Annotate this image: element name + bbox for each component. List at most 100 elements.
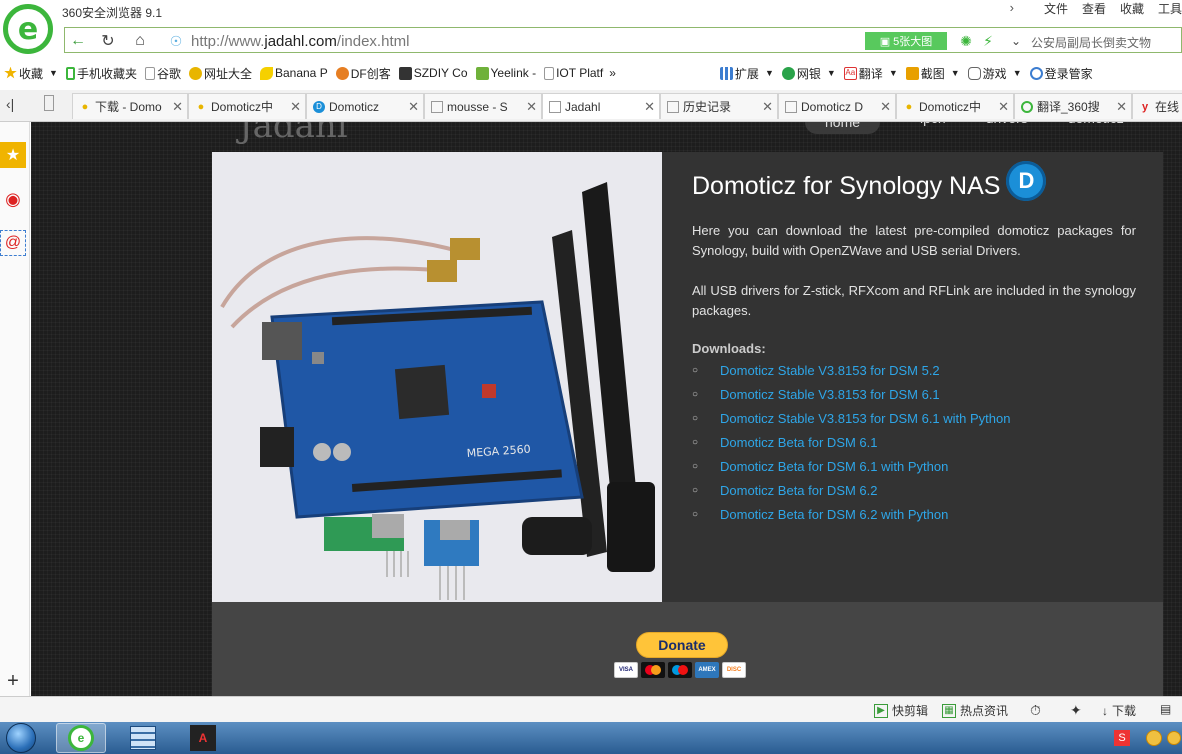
speed-icon[interactable]: ✺: [955, 32, 977, 50]
add-icon[interactable]: +: [0, 668, 26, 694]
nav-ipch[interactable]: ipch: [920, 122, 946, 134]
favorites-star-icon[interactable]: ★: [0, 142, 26, 168]
tab-list-icon[interactable]: [44, 95, 54, 111]
url-field[interactable]: http://www.jadahl.com/index.html: [191, 33, 409, 50]
site-security-icon[interactable]: ☉: [165, 32, 187, 50]
bookmark-screenshot[interactable]: 截图 ▼: [905, 65, 960, 82]
close-icon[interactable]: ✕: [880, 99, 891, 115]
bookmark-extensions[interactable]: 扩展 ▼: [719, 65, 774, 82]
speed-test-icon[interactable]: ⏱: [1030, 702, 1041, 719]
tab-label: Domoticz: [329, 99, 380, 114]
download-button[interactable]: ↓ 下载: [1102, 702, 1136, 719]
tray-clock[interactable]: [1142, 723, 1166, 753]
screenshot-icon: [905, 66, 919, 80]
translate-icon: Aa: [843, 66, 857, 80]
nav-domoticz[interactable]: domoticz: [1068, 122, 1124, 134]
tab-jadahl[interactable]: Jadahl ✕: [542, 93, 660, 119]
tab-domoticz-cn[interactable]: ● Domoticz中 ✕: [188, 93, 306, 119]
menu-file[interactable]: 文件: [1044, 0, 1068, 16]
nav-drivers[interactable]: drivers: [986, 122, 1028, 134]
hot-news-button[interactable]: ▦ 热点资讯: [942, 702, 1008, 719]
tab-domoticz-cn-2[interactable]: ● Domoticz中 ✕: [896, 93, 1014, 119]
taskbar-app[interactable]: A: [178, 723, 228, 753]
download-link[interactable]: Domoticz Stable V3.8153 for DSM 6.1: [720, 387, 940, 402]
tab-domoticz-d[interactable]: Domoticz D ✕: [778, 93, 896, 119]
domoticz-icon: D: [313, 100, 325, 113]
tab-online[interactable]: y 在线: [1132, 93, 1182, 119]
hero-panel: MEGA 2560 Domoticz for Synology NAS D He…: [212, 152, 1163, 602]
tab-translate[interactable]: 翻译_360搜 ✕: [1014, 93, 1132, 119]
tab-domoticz[interactable]: D Domoticz ✕: [306, 93, 424, 119]
mail-icon[interactable]: @: [0, 230, 26, 256]
close-icon[interactable]: ✕: [1116, 99, 1127, 115]
title-menu: › 文件 查看 收藏 工具: [996, 0, 1182, 16]
bookmark-szdiy[interactable]: SZDIY Co: [398, 66, 468, 80]
bookmark-bank[interactable]: 网银 ▼: [781, 65, 836, 82]
bookmark-google[interactable]: 谷歌: [144, 65, 181, 82]
download-link[interactable]: Domoticz Beta for DSM 6.2 with Python: [720, 507, 948, 522]
tab-scroll-left-icon[interactable]: ‹|: [6, 96, 14, 112]
list-item: ○ Domoticz Stable V3.8153 for DSM 6.1: [692, 382, 1136, 406]
bookmark-mobile[interactable]: 手机收藏夹: [65, 65, 137, 82]
bookmark-sites[interactable]: 网址大全: [188, 65, 252, 82]
bookmark-translate[interactable]: Aa 翻译 ▼: [843, 65, 898, 82]
search-input[interactable]: 公安局副局长倒卖文物: [1031, 34, 1151, 51]
download-link[interactable]: Domoticz Beta for DSM 6.1 with Python: [720, 459, 948, 474]
big-image-button[interactable]: ▣ 5张大图: [865, 32, 947, 50]
taskbar-browser[interactable]: e: [56, 723, 106, 753]
menu-tools[interactable]: 工具: [1158, 0, 1182, 16]
close-icon[interactable]: ✕: [998, 99, 1009, 115]
tab-label: Domoticz中: [211, 100, 274, 114]
download-link[interactable]: Domoticz Stable V3.8153 for DSM 6.1 with…: [720, 411, 1010, 426]
more-chevron-icon[interactable]: »: [609, 66, 616, 80]
back-arrow-icon[interactable]: ←: [67, 32, 89, 50]
close-icon[interactable]: ✕: [526, 99, 537, 115]
news-icon: ▦: [942, 703, 956, 718]
tab-mousse[interactable]: mousse - S ✕: [424, 93, 542, 119]
chevron-right-icon[interactable]: ›: [1010, 0, 1014, 15]
tab-label: 下载 - Domo: [95, 100, 162, 114]
donate-button[interactable]: Donate: [636, 632, 728, 658]
tab-history[interactable]: 历史记录 ✕: [660, 93, 778, 119]
taskbar-explorer[interactable]: [118, 723, 168, 753]
download-arrow-icon: ↓: [1102, 703, 1108, 718]
mastercard-icon: [641, 662, 665, 678]
lightning-icon[interactable]: ⚡: [977, 32, 999, 50]
big-image-label: 5张大图: [893, 36, 933, 48]
bookmark-iot[interactable]: IOT Platf »: [544, 66, 616, 80]
status-more-icon[interactable]: ▤: [1160, 702, 1171, 716]
page-icon: [431, 100, 443, 113]
tab-label: Domoticz D: [801, 99, 864, 114]
pin-icon[interactable]: ✦: [1070, 702, 1082, 719]
bookmark-login[interactable]: 登录管家: [1029, 65, 1093, 82]
title-bar: e 360安全浏览器 9.1 › 文件 查看 收藏 工具: [0, 0, 1182, 54]
site-brand[interactable]: Jadahl: [239, 122, 348, 146]
tab-download-domo[interactable]: ● 下载 - Domo ✕: [72, 93, 188, 119]
download-link[interactable]: Domoticz Beta for DSM 6.1: [720, 435, 878, 450]
bookmark-banana[interactable]: Banana P: [259, 66, 328, 80]
bookmark-label: Banana P: [274, 66, 328, 80]
start-button[interactable]: [0, 722, 42, 754]
download-link[interactable]: Domoticz Stable V3.8153 for DSM 5.2: [720, 363, 940, 378]
menu-favorites[interactable]: 收藏: [1120, 0, 1144, 16]
quick-clip-button[interactable]: ▶ 快剪辑: [874, 702, 928, 719]
bookmark-favorites[interactable]: 收藏 ▼: [4, 65, 58, 82]
browser-logo-icon[interactable]: e: [3, 4, 53, 54]
chevron-down-icon[interactable]: ⌄: [1005, 32, 1027, 50]
close-icon[interactable]: ✕: [172, 99, 183, 115]
bookmark-games[interactable]: 游戏 ▼: [967, 65, 1022, 82]
download-link[interactable]: Domoticz Beta for DSM 6.2: [720, 483, 878, 498]
tray-app[interactable]: S: [1110, 723, 1134, 753]
bookmark-yeelink[interactable]: Yeelink -: [475, 66, 536, 80]
refresh-icon[interactable]: ↻: [97, 32, 119, 50]
tray-more[interactable]: [1166, 723, 1182, 753]
close-icon[interactable]: ✕: [762, 99, 773, 115]
bookmark-df[interactable]: DF创客: [335, 65, 391, 82]
close-icon[interactable]: ✕: [290, 99, 301, 115]
close-icon[interactable]: ✕: [644, 99, 655, 115]
menu-view[interactable]: 查看: [1082, 0, 1106, 16]
nav-home[interactable]: home: [805, 122, 881, 134]
home-icon[interactable]: ⌂: [129, 32, 151, 50]
weibo-icon[interactable]: ◉: [0, 186, 26, 212]
close-icon[interactable]: ✕: [408, 99, 419, 115]
